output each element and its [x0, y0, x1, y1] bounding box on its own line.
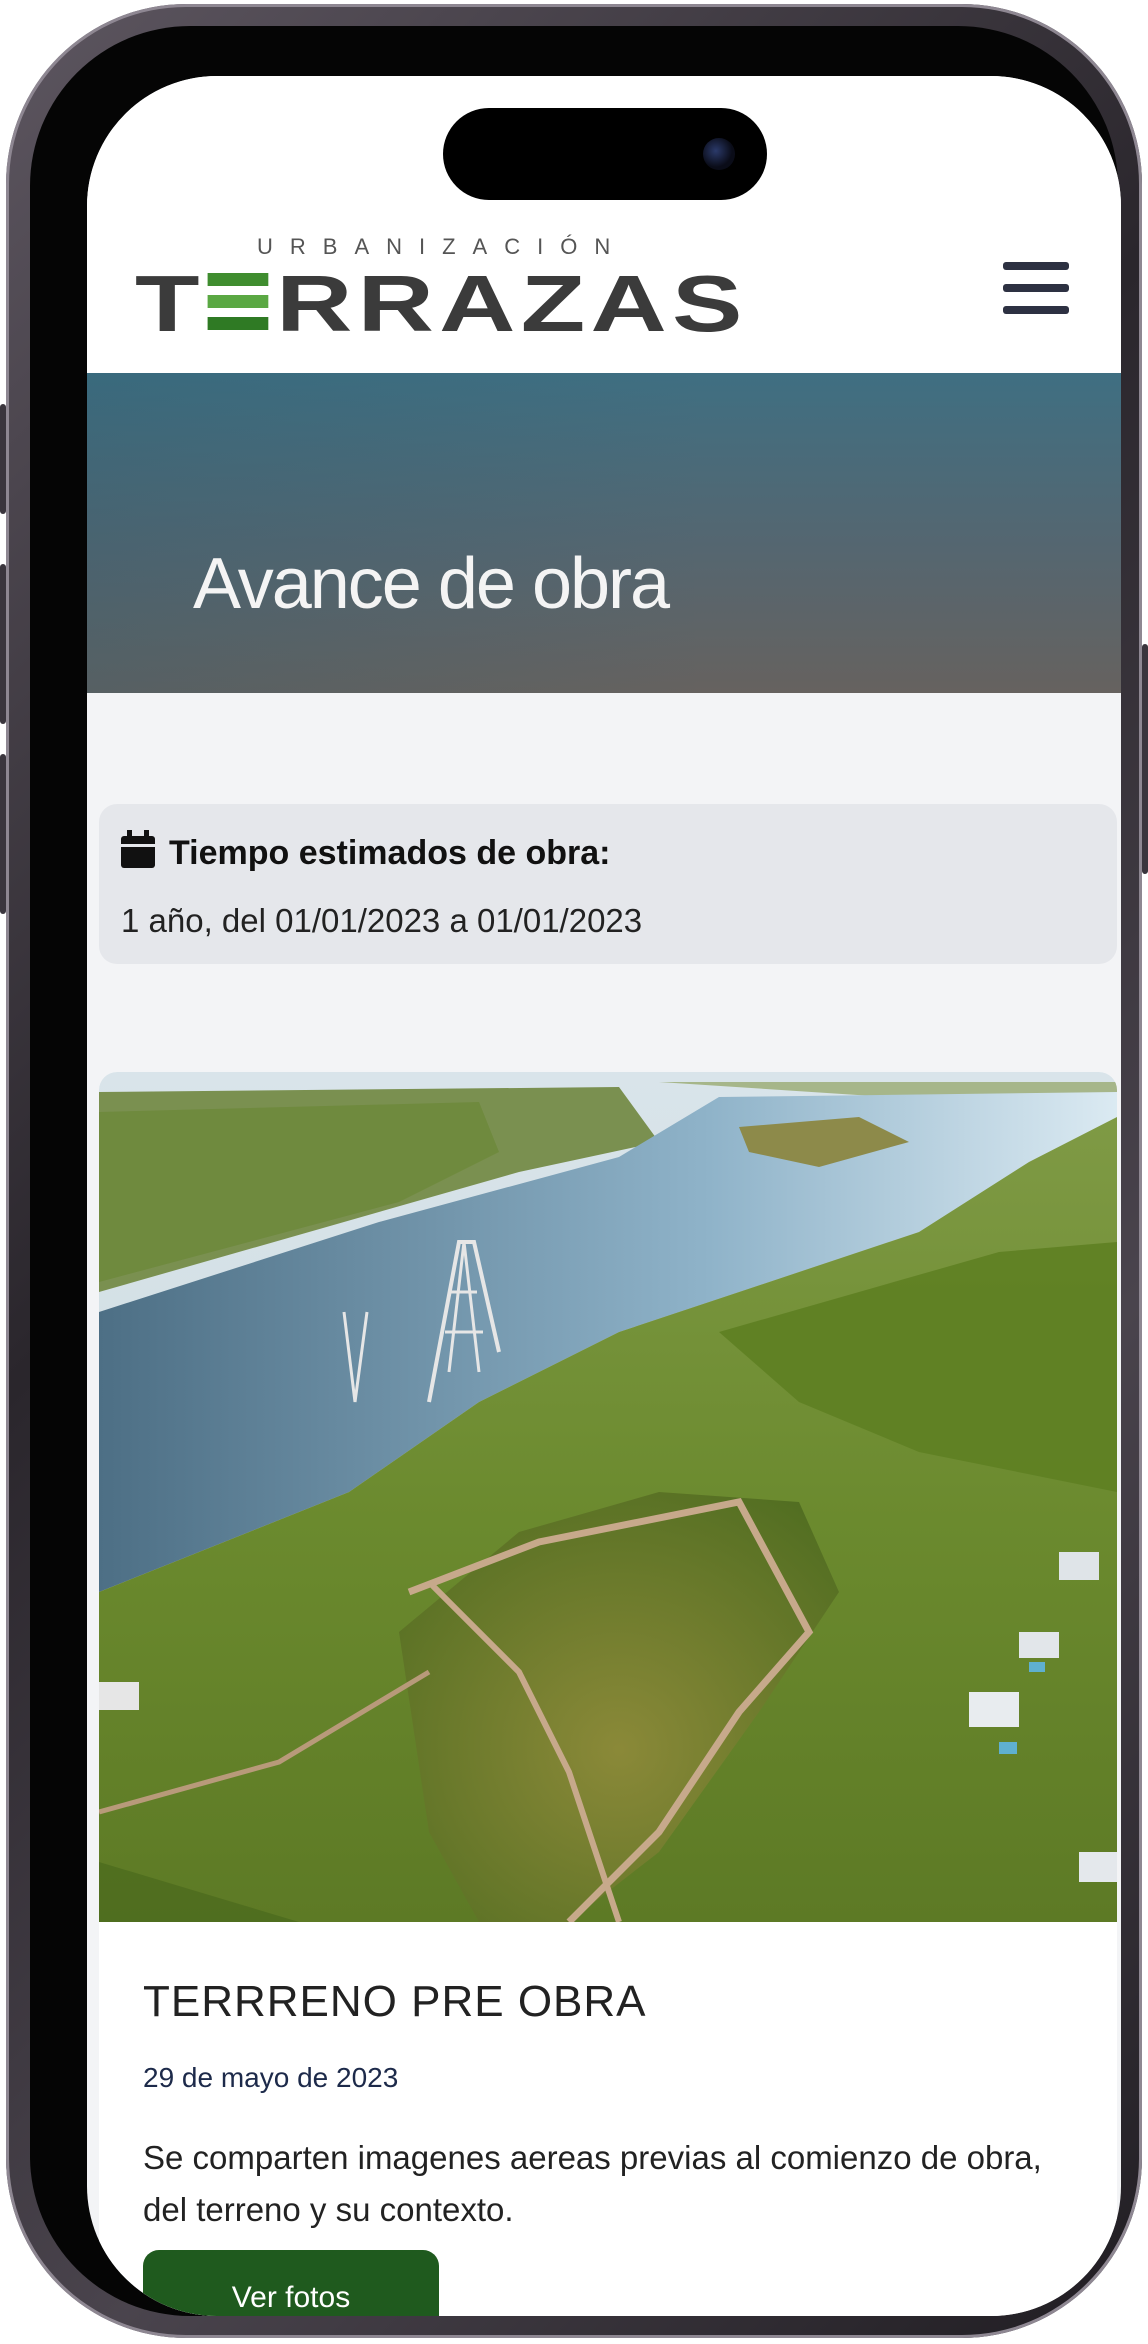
card-date: 29 de mayo de 2023: [143, 2062, 399, 2093]
logo-title-rest: RRAZAS: [276, 259, 748, 348]
logo-e-mark: [207, 273, 269, 331]
hamburger-menu-icon[interactable]: [1003, 262, 1069, 318]
page-title: Avance de obra: [193, 544, 670, 624]
logo-letter-t: T: [135, 259, 205, 348]
phone-bezel: URBANIZACIÓN T RRAZAS Avance de obra Tiem…: [30, 26, 1121, 2316]
aerial-river-landscape-photo: [99, 1072, 1117, 1922]
action-button: [0, 404, 6, 514]
logo[interactable]: T RRAZAS: [135, 264, 748, 344]
view-photos-button[interactable]: Ver fotos: [143, 2250, 439, 2316]
calendar-icon: [121, 830, 155, 868]
card-description: Se comparten imagenes aereas previas al …: [143, 2139, 1042, 2228]
camera-icon: [703, 138, 735, 170]
screen: URBANIZACIÓN T RRAZAS Avance de obra Tiem…: [87, 76, 1121, 2316]
logo-subtitle: URBANIZACIÓN: [257, 234, 628, 259]
hero-banner: Avance de obra: [87, 373, 1121, 693]
volume-up-button: [0, 564, 6, 724]
estimated-time-label: Tiempo estimados de obra:: [169, 834, 611, 872]
estimated-time-value: 1 año, del 01/01/2023 a 01/01/2023: [121, 902, 643, 939]
phone-frame: URBANIZACIÓN T RRAZAS Avance de obra Tiem…: [0, 4, 1148, 2338]
progress-card: TERRRENO PRE OBRA 29 de mayo de 2023 Se …: [99, 1072, 1117, 2316]
dynamic-island: [443, 108, 767, 200]
power-button: [1142, 644, 1148, 874]
card-title: TERRRENO PRE OBRA: [143, 1977, 647, 2026]
volume-down-button: [0, 754, 6, 914]
estimated-time-box: Tiempo estimados de obra: 1 año, del 01/…: [99, 804, 1117, 964]
